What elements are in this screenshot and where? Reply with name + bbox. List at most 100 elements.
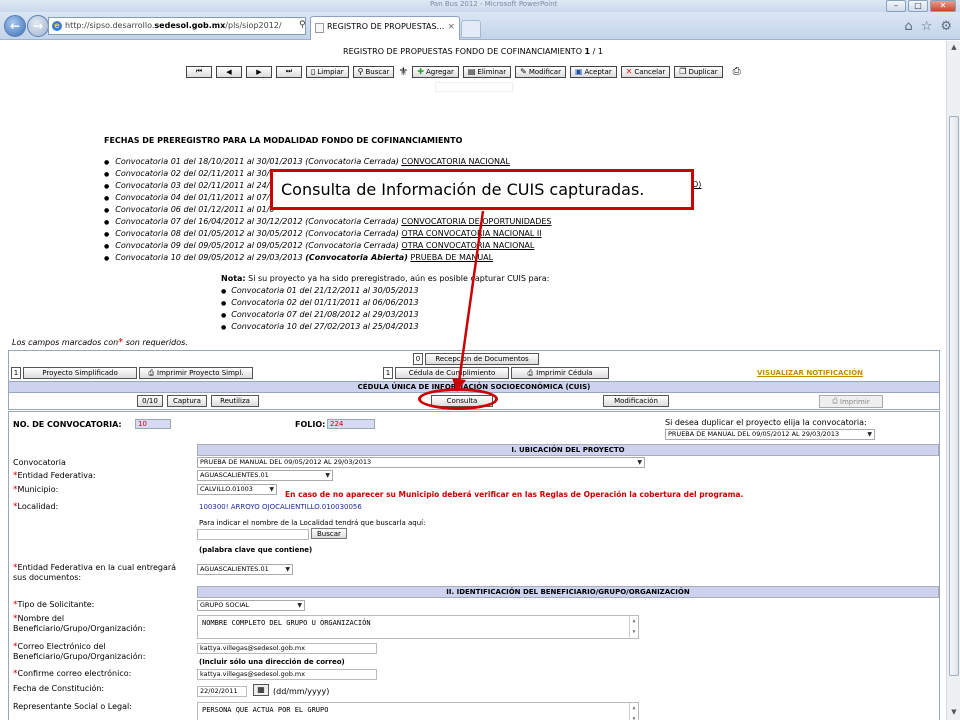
no-convocatoria-field[interactable]: 10 bbox=[135, 419, 171, 429]
tools-gear-icon[interactable]: ⚙ bbox=[940, 19, 952, 34]
convocatoria-link[interactable]: OTRA CONVOCATORIA NACIONAL II bbox=[401, 229, 541, 238]
imprimir-proyecto-label: Imprimir Proyecto Simpl. bbox=[157, 369, 244, 377]
textarea-scroll-icon[interactable]: ▲ ▼ bbox=[629, 616, 638, 638]
x-icon: ✕ bbox=[625, 67, 633, 76]
textarea-scroll-icon[interactable]: ▲ ▼ bbox=[629, 703, 638, 720]
municipio-label-text: Municipio: bbox=[17, 485, 59, 494]
entidad-label-text: Entidad Federativa: bbox=[17, 471, 96, 480]
scroll-up-icon[interactable]: ▲ bbox=[949, 43, 959, 53]
tab-close-icon[interactable]: × bbox=[447, 22, 455, 32]
localidad-search-input[interactable] bbox=[197, 529, 309, 540]
trash-icon: ▤ bbox=[467, 67, 476, 76]
representante-textarea[interactable]: PERSONA QUE ACTUA POR EL GRUPO ▲ ▼ bbox=[197, 702, 639, 720]
duplicar-select[interactable]: PRUEBA DE MANUAL DEL 09/05/2012 AL 29/03… bbox=[665, 429, 875, 440]
fechas-title: FECHAS DE PREREGISTRO PARA LA MODALIDAD … bbox=[104, 136, 463, 145]
imprimir-cedula-button[interactable]: ⎙ Imprimir Cédula bbox=[511, 367, 609, 379]
fecha-constitucion-input[interactable]: 22/02/2011 bbox=[197, 686, 247, 697]
convocatoria-select[interactable]: PRUEBA DE MANUAL DEL 09/05/2012 AL 29/03… bbox=[197, 457, 645, 468]
nota-list: Convocatoria 01 del 21/12/2011 al 30/05/… bbox=[221, 286, 549, 334]
close-window-button[interactable]: ✕ bbox=[930, 0, 956, 12]
tab-registro[interactable]: REGISTRO DE PROPUESTAS... × bbox=[310, 16, 460, 40]
convocatoria-link[interactable]: CONVOCATORIA DE OPORTUNIDADES bbox=[401, 217, 551, 226]
next-record-button[interactable]: ▶ bbox=[246, 65, 272, 78]
new-tab-button[interactable] bbox=[461, 20, 481, 38]
proyecto-simplificado-button[interactable]: Proyecto Simplificado bbox=[23, 367, 137, 379]
visualizar-notificacion-link[interactable]: VISUALIZAR NOTIFICACIÓN bbox=[757, 369, 863, 377]
address-actions-icon[interactable]: ⚲ ▾ ⟳ ✕ bbox=[299, 20, 305, 30]
favorites-icon[interactable]: ☆ bbox=[921, 19, 933, 34]
ie-icon: e bbox=[52, 21, 62, 31]
last-record-button[interactable]: ⏭ bbox=[276, 65, 302, 78]
heading-total: 1 bbox=[597, 47, 603, 56]
window-titlebar: Pan Bus 2012 - Microsoft PowerPoint – □ … bbox=[0, 0, 960, 12]
recepcion-button[interactable]: Recepcion de Documentos bbox=[425, 353, 539, 365]
prev-record-button[interactable]: ◀ bbox=[216, 65, 242, 78]
first-record-button[interactable]: ⏮ bbox=[186, 65, 212, 78]
entidad-select[interactable]: AGUASCALIENTES.01 bbox=[197, 470, 333, 481]
imprimir-proyecto-button[interactable]: ⎙ Imprimir Proyecto Simpl. bbox=[139, 367, 253, 379]
printer-icon[interactable]: ⎙ bbox=[733, 66, 741, 77]
municipio-warning: En caso de no aparecer su Municipio debe… bbox=[285, 490, 744, 499]
back-arrow-icon: ← bbox=[9, 19, 21, 33]
folio-field[interactable]: 224 bbox=[327, 419, 375, 429]
nombre-label: *Nombre del Beneficiario/Grupo/Organizaci… bbox=[13, 614, 145, 634]
duplicar-button[interactable]: ❐ Duplicar bbox=[674, 65, 723, 78]
agregar-button[interactable]: ✚ Agregar bbox=[412, 65, 459, 78]
imprimir-button[interactable]: ⎙ Imprimir bbox=[819, 395, 883, 408]
printer-icon: ⎙ bbox=[148, 368, 155, 377]
back-button[interactable]: ← bbox=[4, 15, 26, 37]
minimize-button[interactable]: – bbox=[886, 0, 906, 12]
buscar-button[interactable]: ⚲ Buscar bbox=[352, 65, 395, 78]
modificar-button[interactable]: ✎ Modificar bbox=[515, 65, 566, 78]
page-scrollbar[interactable]: ▲ ▼ bbox=[946, 41, 960, 720]
nota-label: Nota: bbox=[221, 274, 246, 283]
eliminar-label: Eliminar bbox=[477, 67, 507, 76]
correo-label-1: Correo Electrónico del bbox=[17, 642, 106, 651]
heading-sep: / bbox=[590, 47, 598, 56]
correo-hint: (Incluir sólo una dirección de correo) bbox=[199, 658, 345, 666]
localidad-value: 100300! ARROYO OJOCALIENTILLO.010030056 bbox=[199, 503, 362, 511]
captura-button[interactable]: Captura bbox=[167, 395, 207, 407]
address-prefix: http://sipso.desarrollo. bbox=[65, 21, 155, 30]
cancelar-button[interactable]: ✕ Cancelar bbox=[620, 65, 671, 78]
entidad-entrega-select[interactable]: AGUASCALIENTES.01 bbox=[197, 564, 293, 575]
maximize-button[interactable]: □ bbox=[908, 0, 928, 12]
copy-icon: ❐ bbox=[679, 67, 687, 76]
scroll-down-icon[interactable]: ▼ bbox=[949, 708, 959, 718]
scroll-thumb[interactable] bbox=[949, 116, 959, 676]
page-heading: REGISTRO DE PROPUESTAS FONDO DE COFINANC… bbox=[0, 47, 946, 56]
forward-button[interactable]: → bbox=[27, 15, 49, 37]
browser-tools: ⌂ ☆ ⚙ bbox=[904, 19, 952, 34]
entidad-entrega-label-2: sus documentos: bbox=[13, 573, 82, 582]
calendar-icon[interactable]: ▦ bbox=[253, 684, 269, 696]
nombre-textarea[interactable]: NOMBRE COMPLETO DEL GRUPO U ORGANIZACIÓN… bbox=[197, 615, 639, 639]
required-note: Los campos marcados con* son requeridos. bbox=[12, 337, 188, 348]
localidad-buscar-button[interactable]: Buscar bbox=[311, 528, 347, 539]
tipo-solicitante-select[interactable]: GRUPO SOCIAL bbox=[197, 600, 305, 611]
eliminar-button[interactable]: ▤ Eliminar bbox=[462, 65, 512, 78]
address-bar[interactable]: e http://sipso.desarrollo.sedesol.gob.mx… bbox=[48, 17, 306, 35]
tab-title: REGISTRO DE PROPUESTAS... bbox=[327, 22, 445, 31]
browser-navbar: ← → e http://sipso.desarrollo.sedesol.go… bbox=[0, 12, 960, 40]
convocatoria-link[interactable]: OTRA CONVOCATORIA NACIONAL bbox=[401, 241, 534, 250]
buscar-label: Buscar bbox=[365, 67, 390, 76]
forward-arrow-icon: → bbox=[32, 19, 44, 33]
convocatoria-link[interactable]: PRUEBA DE MANUAL bbox=[410, 253, 493, 262]
duplicar-label: Duplicar bbox=[688, 67, 718, 76]
page-icon bbox=[315, 23, 324, 33]
nombre-value: NOMBRE COMPLETO DEL GRUPO U ORGANIZACIÓN bbox=[202, 619, 371, 627]
municipio-select[interactable]: CALVILLO.01003 bbox=[197, 484, 277, 495]
nombre-label-1: Nombre del bbox=[17, 614, 65, 623]
correo-input[interactable]: kattya.villegas@sedesol.gob.mx bbox=[197, 643, 377, 654]
cedula-cumplimiento-button[interactable]: Cédula de Cumplimiento bbox=[395, 367, 509, 379]
reutiliza-button[interactable]: Reutiliza bbox=[211, 395, 259, 407]
plus-icon: ✚ bbox=[417, 67, 424, 76]
confirme-input[interactable]: kattya.villegas@sedesol.gob.mx bbox=[197, 669, 377, 680]
aceptar-button[interactable]: ▣ Aceptar bbox=[569, 65, 617, 78]
printer-icon: ⎙ bbox=[527, 368, 534, 377]
modificacion-button[interactable]: Modificación bbox=[603, 395, 669, 407]
convocatoria-link[interactable]: CONVOCATORIA NACIONAL bbox=[401, 157, 510, 166]
limpiar-button[interactable]: ▯ Limpiar bbox=[306, 65, 349, 78]
home-icon[interactable]: ⌂ bbox=[904, 19, 912, 34]
localidad-hint: Para indicar el nombre de la Localidad t… bbox=[199, 519, 426, 527]
